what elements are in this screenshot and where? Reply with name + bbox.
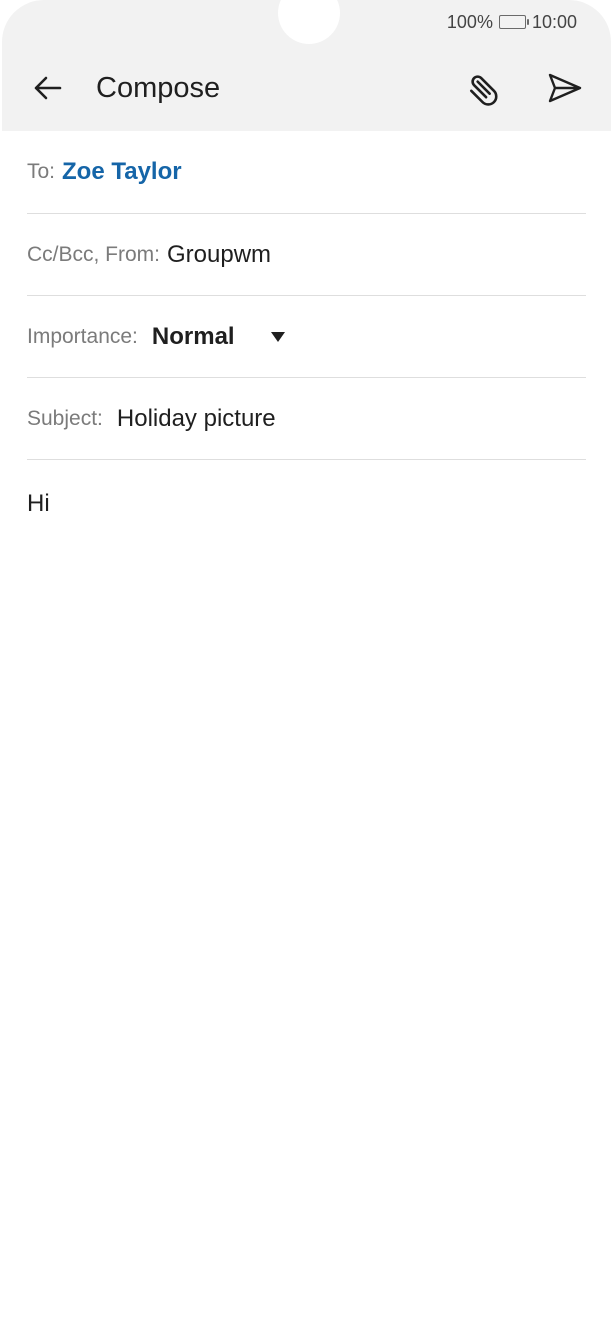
importance-label: Importance: xyxy=(27,324,138,348)
subject-label: Subject: xyxy=(27,406,103,430)
dropdown-arrow-icon[interactable] xyxy=(270,331,285,342)
to-row[interactable]: To: Zoe Taylor xyxy=(27,131,586,214)
paperclip-icon xyxy=(469,75,498,106)
cc-bcc-from-label: Cc/Bcc, From: xyxy=(27,242,161,266)
recipient-chip[interactable]: Zoe Taylor xyxy=(62,158,182,186)
battery-icon xyxy=(498,15,529,29)
compose-screen: 100% 10:00 Compose To: Zoe Taylor Cc/Bcc… xyxy=(0,0,613,1330)
subject-input[interactable]: Holiday picture xyxy=(117,405,276,433)
page-title: Compose xyxy=(96,72,221,104)
arrow-left-icon xyxy=(34,76,62,100)
attach-button[interactable] xyxy=(462,66,506,110)
from-value[interactable]: Groupwm xyxy=(167,241,271,269)
message-body-input[interactable]: Hi xyxy=(27,488,586,520)
compose-toolbar: Compose xyxy=(0,56,613,122)
send-icon xyxy=(548,73,582,103)
camera-notch xyxy=(278,0,340,44)
status-bar: 100% 10:00 xyxy=(447,11,577,33)
cc-bcc-from-row[interactable]: Cc/Bcc, From: Groupwm xyxy=(27,214,586,296)
to-label: To: xyxy=(27,160,56,183)
importance-select[interactable]: Normal xyxy=(152,323,235,351)
compose-form: To: Zoe Taylor Cc/Bcc, From: Groupwm Imp… xyxy=(27,131,586,460)
importance-row[interactable]: Importance: Normal xyxy=(27,296,586,378)
subject-row[interactable]: Subject: Holiday picture xyxy=(27,378,586,460)
send-button[interactable] xyxy=(543,66,587,110)
back-button[interactable] xyxy=(26,66,70,110)
clock: 10:00 xyxy=(531,11,577,32)
battery-percent: 100% xyxy=(446,11,493,32)
